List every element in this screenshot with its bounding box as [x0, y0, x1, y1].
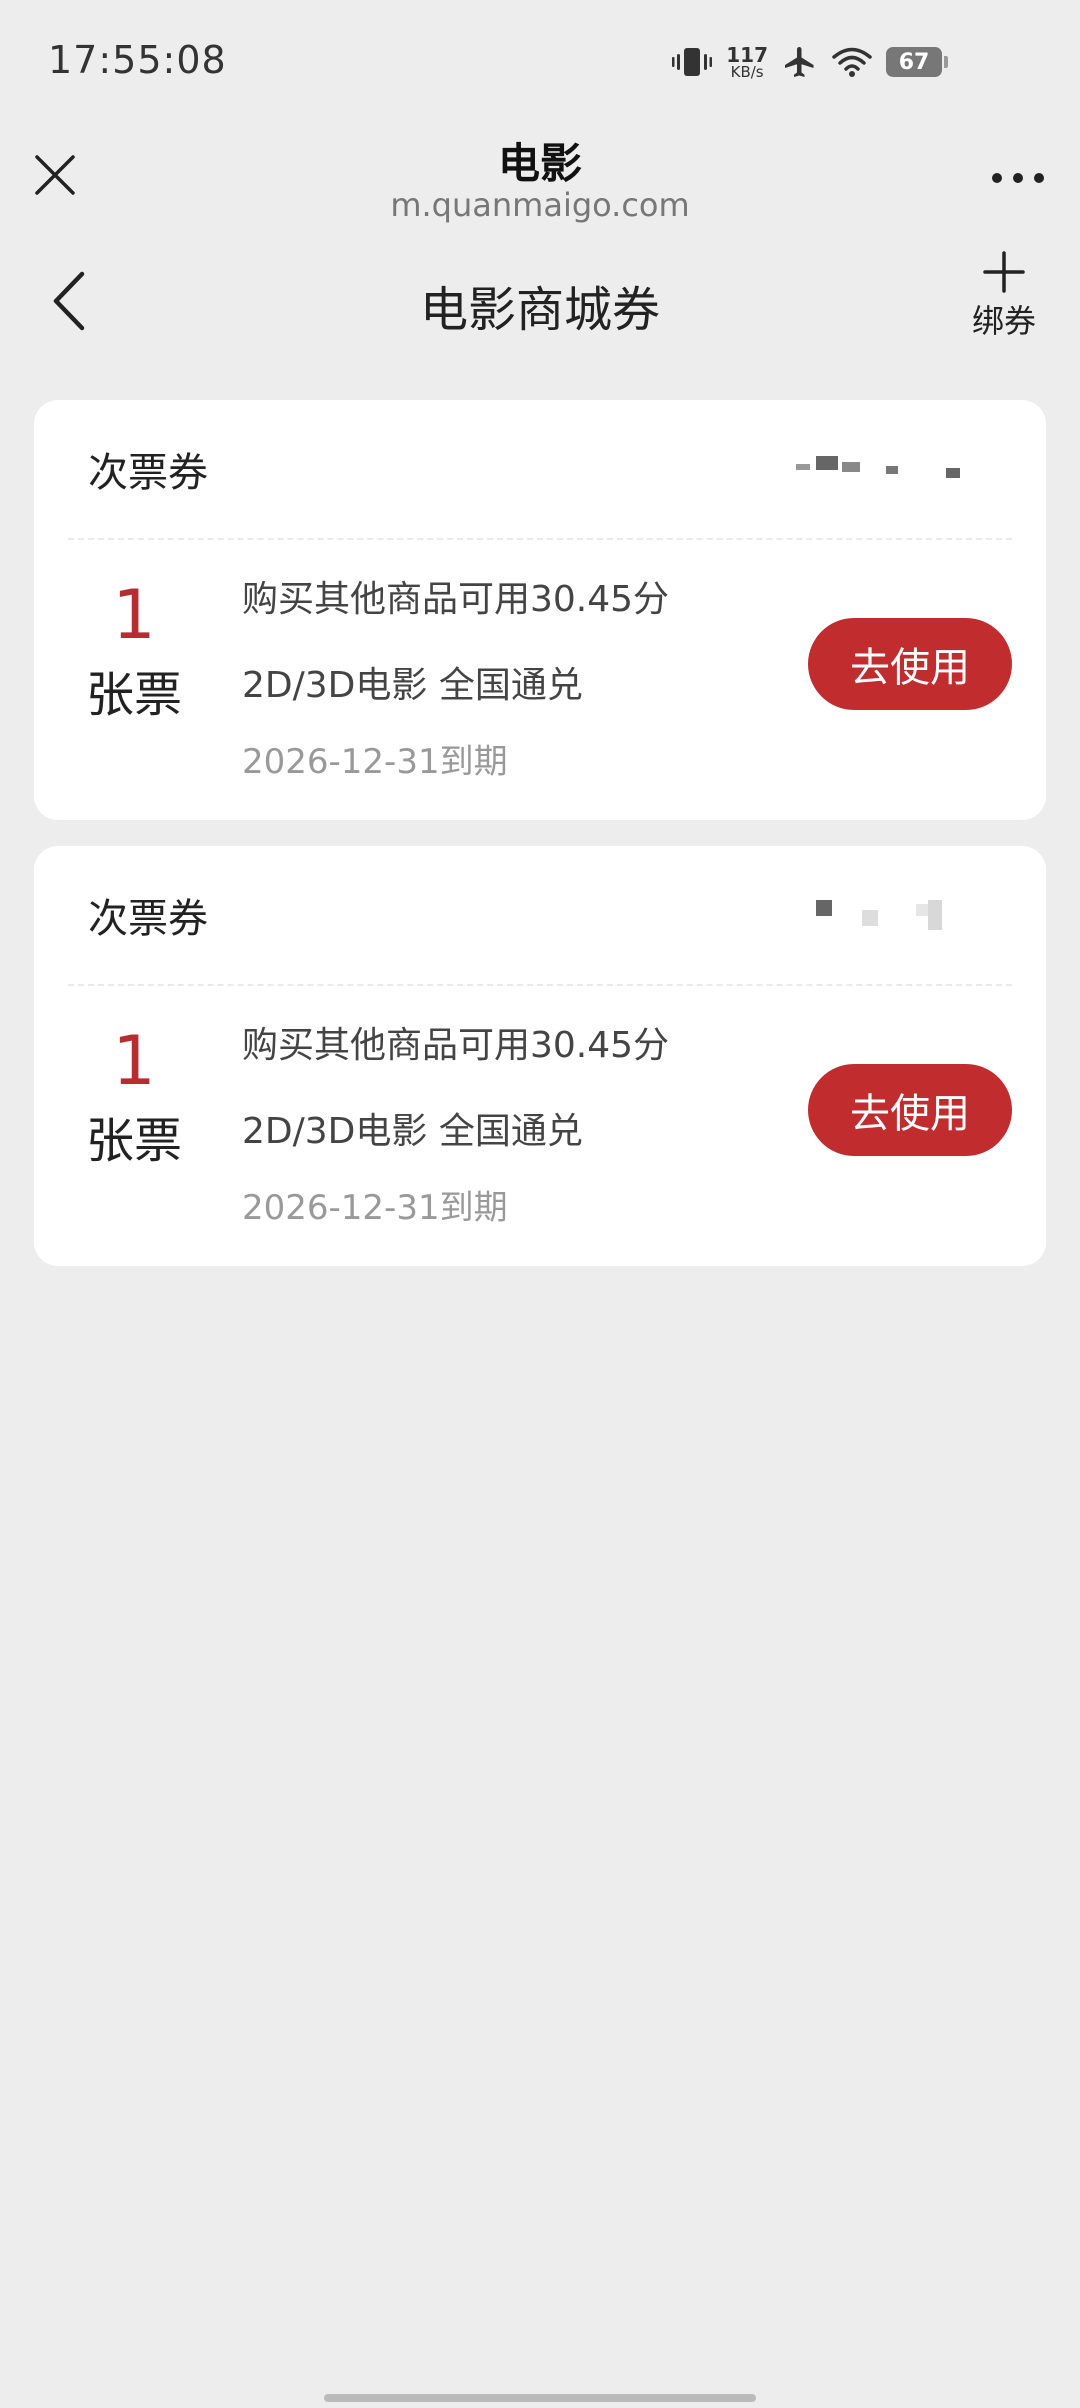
- dot-icon: [1013, 173, 1023, 183]
- dot-icon: [1034, 173, 1044, 183]
- voucher-usage-text: 购买其他商品可用30.45分: [242, 1025, 670, 1066]
- voucher-scope-text: 2D/3D电影 全国通兑: [242, 1111, 583, 1152]
- voucher-expiry: 2026-12-31到期: [242, 1188, 508, 1228]
- page-title: 电影商城券: [419, 282, 660, 338]
- status-bar: 17:55:08 117 KB/s 67: [0, 0, 1080, 130]
- voucher-card: 次票券 1 张票 购买其他商品可用30.45分 2D/3D电影 全国通兑 202…: [34, 846, 1046, 1266]
- ticket-quantity: 1 张票: [74, 1026, 194, 1171]
- quantity-unit: 张票: [85, 667, 182, 724]
- more-options-button[interactable]: [988, 158, 1048, 198]
- net-speed-value: 117: [726, 42, 768, 67]
- plus-icon: [983, 251, 1025, 293]
- browser-url: m.quanmaigo.com: [390, 186, 690, 224]
- vibrate-icon: [672, 48, 713, 76]
- status-icons: 117 KB/s 67: [672, 42, 948, 82]
- masked-voucher-code: [786, 450, 986, 490]
- page: 17:55:08 117 KB/s 67 电影 m.quanmaigo.com …: [0, 0, 1080, 2408]
- bind-voucher-button[interactable]: 绑券: [964, 250, 1044, 350]
- voucher-type: 次票券: [88, 450, 208, 496]
- battery-icon: 67: [886, 47, 948, 77]
- net-speed-unit: KB/s: [730, 62, 764, 81]
- quantity-number: 1: [112, 576, 156, 655]
- status-time: 17:55:08: [48, 38, 227, 82]
- voucher-expiry: 2026-12-31到期: [242, 742, 508, 782]
- voucher-scope-text: 2D/3D电影 全国通兑: [242, 665, 583, 706]
- voucher-usage-text: 购买其他商品可用30.45分: [242, 579, 670, 620]
- page-nav-bar: 电影商城券 绑券: [0, 240, 1080, 360]
- bind-voucher-label: 绑券: [971, 302, 1036, 340]
- voucher-card: 次票券 1 张票 购买其他商品可用30.45分 2D/3D电影 全国通兑 202…: [34, 400, 1046, 820]
- use-voucher-button[interactable]: 去使用: [808, 618, 1012, 710]
- use-voucher-button[interactable]: 去使用: [808, 1064, 1012, 1156]
- airplane-icon: [785, 47, 814, 77]
- quantity-number: 1: [112, 1022, 156, 1101]
- voucher-info: 购买其他商品可用30.45分 2D/3D电影 全国通兑 2026-12-31到期: [242, 1016, 669, 1229]
- voucher-info: 购买其他商品可用30.45分 2D/3D电影 全国通兑 2026-12-31到期: [242, 570, 669, 783]
- masked-voucher-code: [786, 896, 986, 936]
- card-divider: [68, 984, 1012, 986]
- dot-icon: [992, 173, 1002, 183]
- voucher-type: 次票券: [88, 896, 208, 942]
- card-divider: [68, 538, 1012, 540]
- ticket-quantity: 1 张票: [74, 580, 194, 725]
- browser-title: 电影: [497, 139, 582, 188]
- net-speed: 117 KB/s: [726, 45, 768, 80]
- home-indicator[interactable]: [324, 2394, 756, 2402]
- quantity-unit: 张票: [85, 1113, 182, 1170]
- wifi-icon: [832, 47, 872, 77]
- browser-header: 电影 m.quanmaigo.com: [0, 130, 1080, 238]
